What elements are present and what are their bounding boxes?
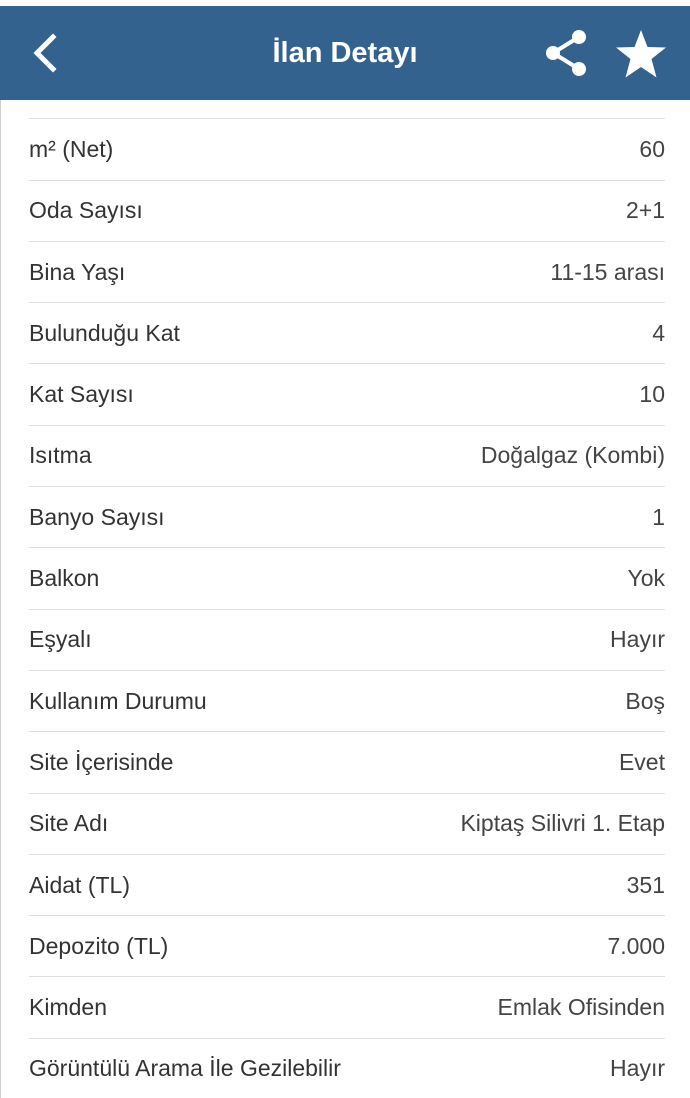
detail-row-bathroom-count: Banyo Sayısı 1 — [29, 487, 665, 549]
detail-row-deposit: Depozito (TL) 7.000 — [29, 916, 665, 978]
detail-value: Kiptaş Silivri 1. Etap — [460, 810, 665, 837]
detail-value: Yok — [627, 565, 665, 592]
detail-row-heating: Isıtma Doğalgaz (Kombi) — [29, 426, 665, 488]
detail-row-usage-status: Kullanım Durumu Boş — [29, 671, 665, 733]
detail-label: Balkon — [29, 565, 100, 592]
detail-value: 4 — [652, 319, 665, 346]
detail-row-dues: Aidat (TL) 351 — [29, 855, 665, 917]
detail-value: 11-15 arası — [550, 258, 665, 285]
detail-value: 10 — [639, 381, 665, 408]
detail-row-video-tour: Görüntülü Arama İle Gezilebilir Hayır — [29, 1039, 665, 1098]
detail-label: Kimden — [29, 994, 107, 1021]
detail-row-room-count: Oda Sayısı 2+1 — [29, 181, 665, 242]
detail-value: Emlak Ofisinden — [497, 994, 665, 1021]
detail-label: m² (Net) — [29, 135, 114, 162]
detail-value: 1 — [652, 503, 665, 530]
detail-label: Site İçerisinde — [29, 748, 174, 775]
app-screen: İlan Detayı m² (Net) 60 Oda Sayısı 2+1 B… — [0, 0, 690, 1098]
detail-label: Isıtma — [29, 442, 92, 469]
detail-label: Oda Sayısı — [29, 197, 143, 224]
detail-label: Site Adı — [29, 810, 109, 837]
detail-row-from-whom: Kimden Emlak Ofisinden — [29, 977, 665, 1039]
detail-value: 7.000 — [607, 932, 665, 959]
detail-label: Bulunduğu Kat — [29, 319, 180, 346]
star-icon — [616, 30, 666, 78]
detail-value: Evet — [618, 748, 665, 775]
detail-label: Bina Yaşı — [29, 258, 126, 285]
detail-row-floor-count: Kat Sayısı 10 — [29, 364, 665, 426]
favorite-button[interactable] — [608, 21, 674, 87]
detail-value: Hayır — [610, 626, 665, 653]
detail-row-furnished: Eşyalı Hayır — [29, 610, 665, 671]
detail-label: Aidat (TL) — [29, 871, 130, 898]
detail-label: Kat Sayısı — [29, 381, 134, 408]
detail-row-balcony: Balkon Yok — [29, 548, 665, 610]
detail-row-building-age: Bina Yaşı 11-15 arası — [29, 242, 665, 304]
page-title: İlan Detayı — [272, 37, 418, 69]
detail-row-site-name: Site Adı Kiptaş Silivri 1. Etap — [29, 794, 665, 855]
detail-value: 60 — [639, 135, 665, 162]
detail-row-floor: Bulunduğu Kat 4 — [29, 303, 665, 365]
detail-label: Eşyalı — [29, 626, 92, 653]
detail-row-in-site: Site İçerisinde Evet — [29, 732, 665, 794]
share-icon — [546, 30, 586, 76]
detail-row-net-area: m² (Net) 60 — [29, 119, 665, 181]
detail-value: Boş — [625, 687, 665, 714]
back-button[interactable] — [14, 18, 74, 88]
detail-label: Banyo Sayısı — [29, 503, 165, 530]
detail-label: Kullanım Durumu — [29, 687, 207, 714]
detail-label: Depozito (TL) — [29, 932, 169, 959]
detail-value: Doğalgaz (Kombi) — [480, 442, 665, 469]
share-button[interactable] — [536, 23, 596, 83]
detail-value: 351 — [626, 871, 665, 898]
detail-value: 2+1 — [625, 197, 665, 224]
detail-value: Hayır — [610, 1055, 665, 1082]
detail-label: Görüntülü Arama İle Gezilebilir — [29, 1055, 341, 1082]
details-list: m² (Net) 60 Oda Sayısı 2+1 Bina Yaşı 11-… — [0, 58, 690, 1098]
back-arrow-icon — [33, 33, 57, 73]
app-header: İlan Detayı — [0, 6, 690, 100]
